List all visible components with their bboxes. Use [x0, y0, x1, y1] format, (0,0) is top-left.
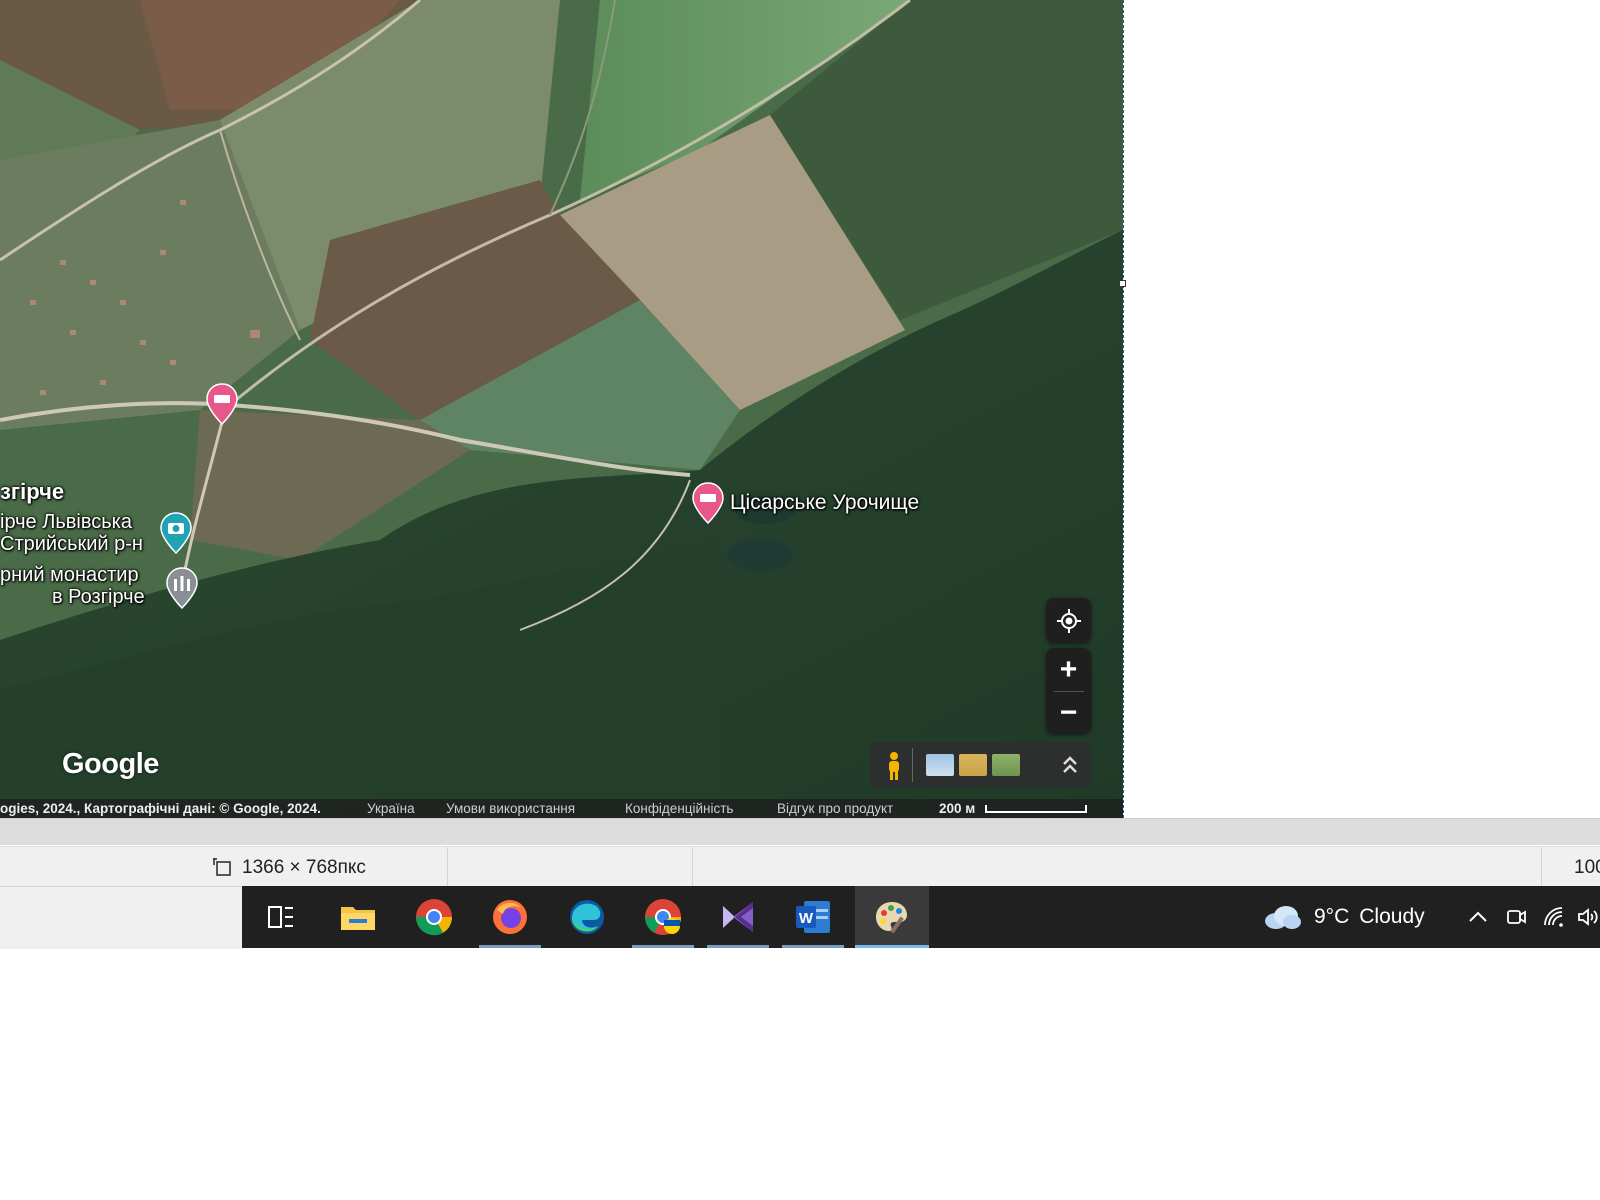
scale-bar[interactable]	[985, 805, 1087, 813]
weather-temperature: 9°C	[1314, 905, 1350, 928]
folder-icon	[341, 907, 375, 930]
paint-icon	[876, 902, 907, 934]
horizontal-scrollbar[interactable]	[0, 818, 1600, 845]
map-label-monastery-1[interactable]: рний монастир	[0, 564, 139, 586]
layer-thumb-map[interactable]	[926, 754, 954, 776]
taskbar-paint[interactable]	[855, 886, 929, 948]
weather-widget[interactable]: 9°C Cloudy	[1262, 886, 1425, 948]
map-label-town[interactable]: згірче	[0, 481, 64, 503]
paint-status-bar: 1366 × 768пкс 100	[0, 846, 1600, 887]
taskbar-word[interactable]: W	[782, 886, 844, 948]
running-indicator	[855, 945, 929, 948]
zoom-controls: + −	[1046, 648, 1091, 734]
layer-thumb-terrain[interactable]	[959, 754, 987, 776]
running-indicator	[632, 945, 694, 948]
word-icon: W	[796, 901, 830, 933]
taskbar-task-view[interactable]	[250, 886, 312, 948]
chrome-icon	[416, 899, 452, 936]
weather-condition: Cloudy	[1359, 905, 1425, 928]
locate-icon	[1056, 608, 1081, 633]
map-viewport[interactable]: згірче Цісарське Урочище ірче Львівська …	[0, 0, 1123, 818]
task-view-icon	[268, 906, 293, 928]
monastery-pin-icon[interactable]	[166, 567, 198, 609]
country-link[interactable]: Україна	[367, 799, 415, 818]
map-label-monastery-2[interactable]: в Розгірче	[52, 586, 145, 608]
taskbar-chrome[interactable]	[403, 886, 465, 948]
layer-thumb-satellite[interactable]	[992, 754, 1020, 776]
lodging-pin-icon[interactable]	[206, 383, 238, 425]
volume-icon[interactable]	[1576, 905, 1600, 929]
privacy-link[interactable]: Конфіденційність	[625, 799, 733, 818]
canvas-dimensions: 1366 × 768пкс	[242, 857, 366, 878]
attribution-data: ogies, 2024., Картографічні дані: © Goog…	[0, 801, 321, 816]
my-location-button[interactable]	[1046, 598, 1091, 643]
taskbar-chrome-profile[interactable]	[632, 886, 694, 948]
cloud-icon	[1265, 906, 1301, 929]
svg-text:W: W	[799, 910, 814, 927]
taskbar-firefox[interactable]	[479, 886, 541, 948]
wifi-icon[interactable]	[1542, 905, 1566, 929]
status-divider	[447, 847, 448, 887]
satellite-imagery	[0, 0, 1123, 818]
zoom-level[interactable]: 100	[1574, 857, 1600, 879]
layers-bar	[870, 742, 1091, 788]
map-label-rozhirche-lviv-1[interactable]: ірче Львівська	[0, 511, 132, 533]
chevron-double-up-icon[interactable]	[1060, 752, 1080, 778]
canvas-resize-handle[interactable]	[1119, 280, 1126, 287]
running-indicator	[707, 945, 769, 948]
selection-size-icon	[213, 858, 231, 876]
map-attribution-bar: ogies, 2024., Картографічні дані: © Goog…	[0, 799, 1123, 818]
edge-icon	[570, 900, 604, 934]
scale-label[interactable]: 200 м	[939, 799, 975, 818]
taskbar: W 9°C Cloudy	[242, 886, 1600, 948]
pegman-icon[interactable]	[884, 751, 904, 781]
map-label-cisarske[interactable]: Цісарське Урочище	[730, 492, 919, 514]
layers-divider	[912, 748, 913, 782]
status-divider	[1541, 847, 1542, 887]
taskbar-edge[interactable]	[556, 886, 618, 948]
canvas-border	[1122, 0, 1124, 818]
feedback-link[interactable]: Відгук про продукт	[777, 799, 893, 818]
status-divider	[692, 847, 693, 887]
camera-pin-icon[interactable]	[160, 512, 192, 554]
firefox-icon	[493, 900, 527, 934]
running-indicator	[479, 945, 541, 948]
zoom-out-button[interactable]: −	[1046, 692, 1091, 734]
chrome-profile-icon	[645, 899, 681, 935]
lodging-pin-icon[interactable]	[692, 482, 724, 524]
running-indicator	[782, 945, 844, 948]
taskbar-visual-studio[interactable]	[707, 886, 769, 948]
visual-studio-icon	[723, 902, 753, 932]
desktop-strip	[0, 886, 242, 949]
chevron-up-icon[interactable]	[1466, 905, 1490, 929]
zoom-in-button[interactable]: +	[1046, 649, 1091, 691]
taskbar-file-explorer[interactable]	[327, 886, 389, 948]
map-label-rozhirche-lviv-2[interactable]: Стрийський р-н	[0, 533, 143, 555]
google-logo: Google	[62, 748, 159, 780]
terms-link[interactable]: Умови використання	[446, 799, 575, 818]
meet-now-icon[interactable]	[1504, 905, 1528, 929]
